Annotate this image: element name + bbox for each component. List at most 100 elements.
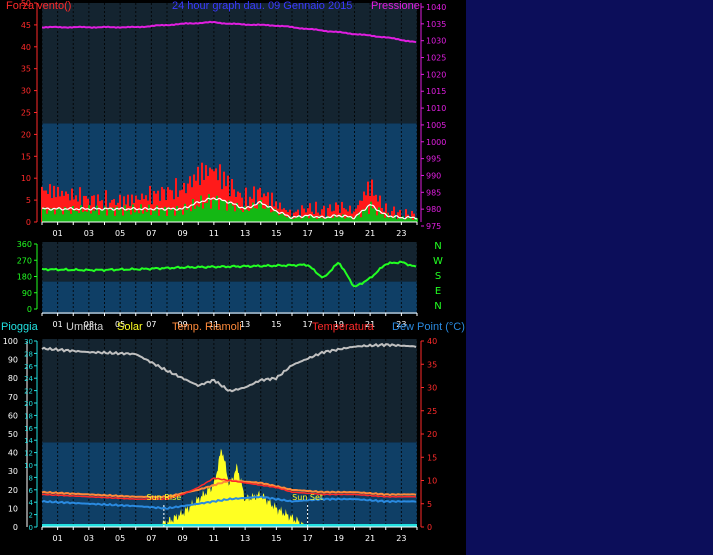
wind-axis-tick-label: 35 bbox=[21, 65, 31, 74]
humidity-axis-tick-label: 100 bbox=[3, 337, 18, 346]
wind-axis-tick-label: 30 bbox=[21, 87, 31, 96]
temperature-axis-tick-label: 20 bbox=[427, 430, 437, 439]
temperature-axis-tick-label: 25 bbox=[427, 407, 437, 416]
top-x-tick-label: 03 bbox=[84, 229, 94, 238]
top-x-tick-label: 19 bbox=[334, 229, 344, 238]
middle-x-tick-label: 15 bbox=[271, 320, 281, 329]
bottom-x-tick-label: 07 bbox=[146, 534, 156, 543]
compass-label: N bbox=[434, 241, 441, 252]
compass-label: N bbox=[434, 301, 441, 312]
top-x-tick-label: 23 bbox=[396, 229, 406, 238]
pressure-axis-tick-label: 1025 bbox=[426, 54, 446, 63]
humidity-axis-tick-label: 70 bbox=[8, 393, 18, 402]
wind-axis-label: Forza vento() bbox=[6, 0, 72, 12]
middle-x-tick-label: 01 bbox=[53, 320, 63, 329]
rain-axis-tick-label: 16 bbox=[24, 425, 33, 433]
humidity-axis-tick-label: 50 bbox=[8, 430, 18, 439]
wind-axis-tick-label: 0 bbox=[26, 218, 31, 227]
middle-x-tick-label: 07 bbox=[146, 320, 156, 329]
bottom-x-tick-label: 15 bbox=[271, 534, 281, 543]
weather-graph-window: 0 5 10 15 20 25 30 35 40 45 50 975 980 985 990 995 1000 1… bbox=[0, 0, 713, 555]
top-x-tick-label: 11 bbox=[209, 229, 219, 238]
rain-axis-tick-label: 6 bbox=[29, 487, 34, 495]
pressure-axis-tick-label: 1010 bbox=[426, 104, 446, 113]
dew-point-label: Dew Point (°C) bbox=[392, 321, 465, 333]
temperature-axis-tick-label: 0 bbox=[427, 523, 432, 532]
rain-axis-tick-label: 26 bbox=[24, 363, 33, 371]
rain-axis-tick-label: 2 bbox=[29, 512, 33, 520]
humidity-axis-tick-label: 40 bbox=[8, 449, 18, 458]
rain-axis-tick-label: 0 bbox=[29, 524, 33, 532]
bottom-x-tick-label: 19 bbox=[334, 534, 344, 543]
direction-axis-tick-label: 0 bbox=[27, 305, 32, 314]
pressure-axis-tick-label: 1005 bbox=[426, 121, 446, 130]
pressure-axis-tick-label: 995 bbox=[426, 155, 441, 164]
bottom-x-tick-label: 01 bbox=[53, 534, 63, 543]
wind-axis-tick-label: 25 bbox=[21, 109, 31, 118]
rain-axis-tick-label: 28 bbox=[24, 350, 33, 358]
bottom-x-tick-label: 17 bbox=[303, 534, 313, 543]
rain-axis-tick-label: 12 bbox=[24, 450, 33, 458]
temperature-axis-tick-label: 15 bbox=[427, 453, 437, 462]
bottom-x-tick-label: 13 bbox=[240, 534, 250, 543]
humidity-axis-tick-label: 0 bbox=[13, 523, 18, 532]
bottom-x-tick-label: 05 bbox=[115, 534, 125, 543]
humidity-axis-tick-label: 60 bbox=[8, 411, 18, 420]
rain-axis-tick-label: 24 bbox=[24, 375, 33, 383]
rain-axis-tick-label: 22 bbox=[24, 388, 33, 396]
top-x-tick-label: 21 bbox=[365, 229, 375, 238]
pressure-axis-tick-label: 1035 bbox=[426, 20, 446, 29]
temperature-axis-tick-label: 35 bbox=[427, 360, 437, 369]
direction-axis-tick-label: 90 bbox=[22, 289, 32, 298]
wind-axis-tick-label: 40 bbox=[21, 43, 31, 52]
top-x-tick-label: 13 bbox=[240, 229, 250, 238]
rain-axis-tick-label: 10 bbox=[24, 462, 33, 470]
direction-axis-tick-label: 180 bbox=[17, 273, 32, 282]
dew-temp-label: Temp. Riamoli bbox=[172, 321, 242, 333]
humidity-axis-tick-label: 30 bbox=[8, 467, 18, 476]
compass-label: S bbox=[435, 271, 441, 282]
top-x-tick-label: 07 bbox=[146, 229, 156, 238]
temperature-axis-tick-label: 30 bbox=[427, 384, 437, 393]
wind-axis-tick-label: 10 bbox=[21, 174, 31, 183]
humidity-axis-tick-label: 90 bbox=[8, 356, 18, 365]
temperature-axis-tick-label: 10 bbox=[427, 477, 437, 486]
bottom-x-tick-label: 21 bbox=[365, 534, 375, 543]
pressure-axis-tick-label: 1000 bbox=[426, 138, 446, 147]
pressure-axis-tick-label: 1040 bbox=[426, 3, 446, 12]
humidity-axis-tick-label: 10 bbox=[8, 504, 18, 513]
bottom-x-tick-label: 23 bbox=[396, 534, 406, 543]
bottom-x-tick-label: 11 bbox=[209, 534, 219, 543]
compass-label: E bbox=[435, 286, 441, 297]
bottom-x-tick-label: 03 bbox=[84, 534, 94, 543]
top-x-tick-label: 17 bbox=[303, 229, 313, 238]
pressure-axis-tick-label: 975 bbox=[426, 222, 441, 231]
temperature-label: Temperatura bbox=[312, 321, 374, 333]
temperature-axis-tick-label: 5 bbox=[427, 500, 432, 509]
wind-axis-tick-label: 45 bbox=[21, 21, 31, 30]
rain-axis-tick-label: 8 bbox=[29, 474, 33, 482]
wind-axis-tick-label: 20 bbox=[21, 130, 31, 139]
top-x-tick-label: 05 bbox=[115, 229, 125, 238]
top-x-tick-label: 15 bbox=[271, 229, 281, 238]
pressure-axis-tick-label: 980 bbox=[426, 205, 441, 214]
humidity-label: Umidita bbox=[66, 321, 104, 333]
compass-label: W bbox=[433, 256, 443, 267]
pressure-axis-tick-label: 985 bbox=[426, 188, 441, 197]
rain-axis-tick-label: 18 bbox=[24, 412, 33, 420]
pressure-axis-label: Pressione bbox=[371, 0, 420, 12]
rain-axis-tick-label: 20 bbox=[24, 400, 33, 408]
pressure-axis-tick-label: 1020 bbox=[426, 70, 446, 79]
pressure-axis-tick-label: 1030 bbox=[426, 37, 446, 46]
rain-axis-tick-label: 30 bbox=[24, 338, 33, 346]
solar-label: Solar bbox=[117, 321, 143, 333]
pressure-axis-tick-label: 990 bbox=[426, 171, 441, 180]
humidity-axis-tick-label: 80 bbox=[8, 374, 18, 383]
wind-axis-tick-label: 15 bbox=[21, 152, 31, 161]
wind-axis-tick-label: 5 bbox=[26, 196, 31, 205]
chart-title: 24 hour graph dau. 09 Gennaio 2015 bbox=[172, 0, 353, 12]
rain-axis-tick-label: 4 bbox=[29, 499, 34, 507]
rain-axis-tick-label: 14 bbox=[24, 437, 33, 445]
temperature-axis-tick-label: 40 bbox=[427, 337, 437, 346]
direction-axis-tick-label: 270 bbox=[17, 256, 32, 265]
